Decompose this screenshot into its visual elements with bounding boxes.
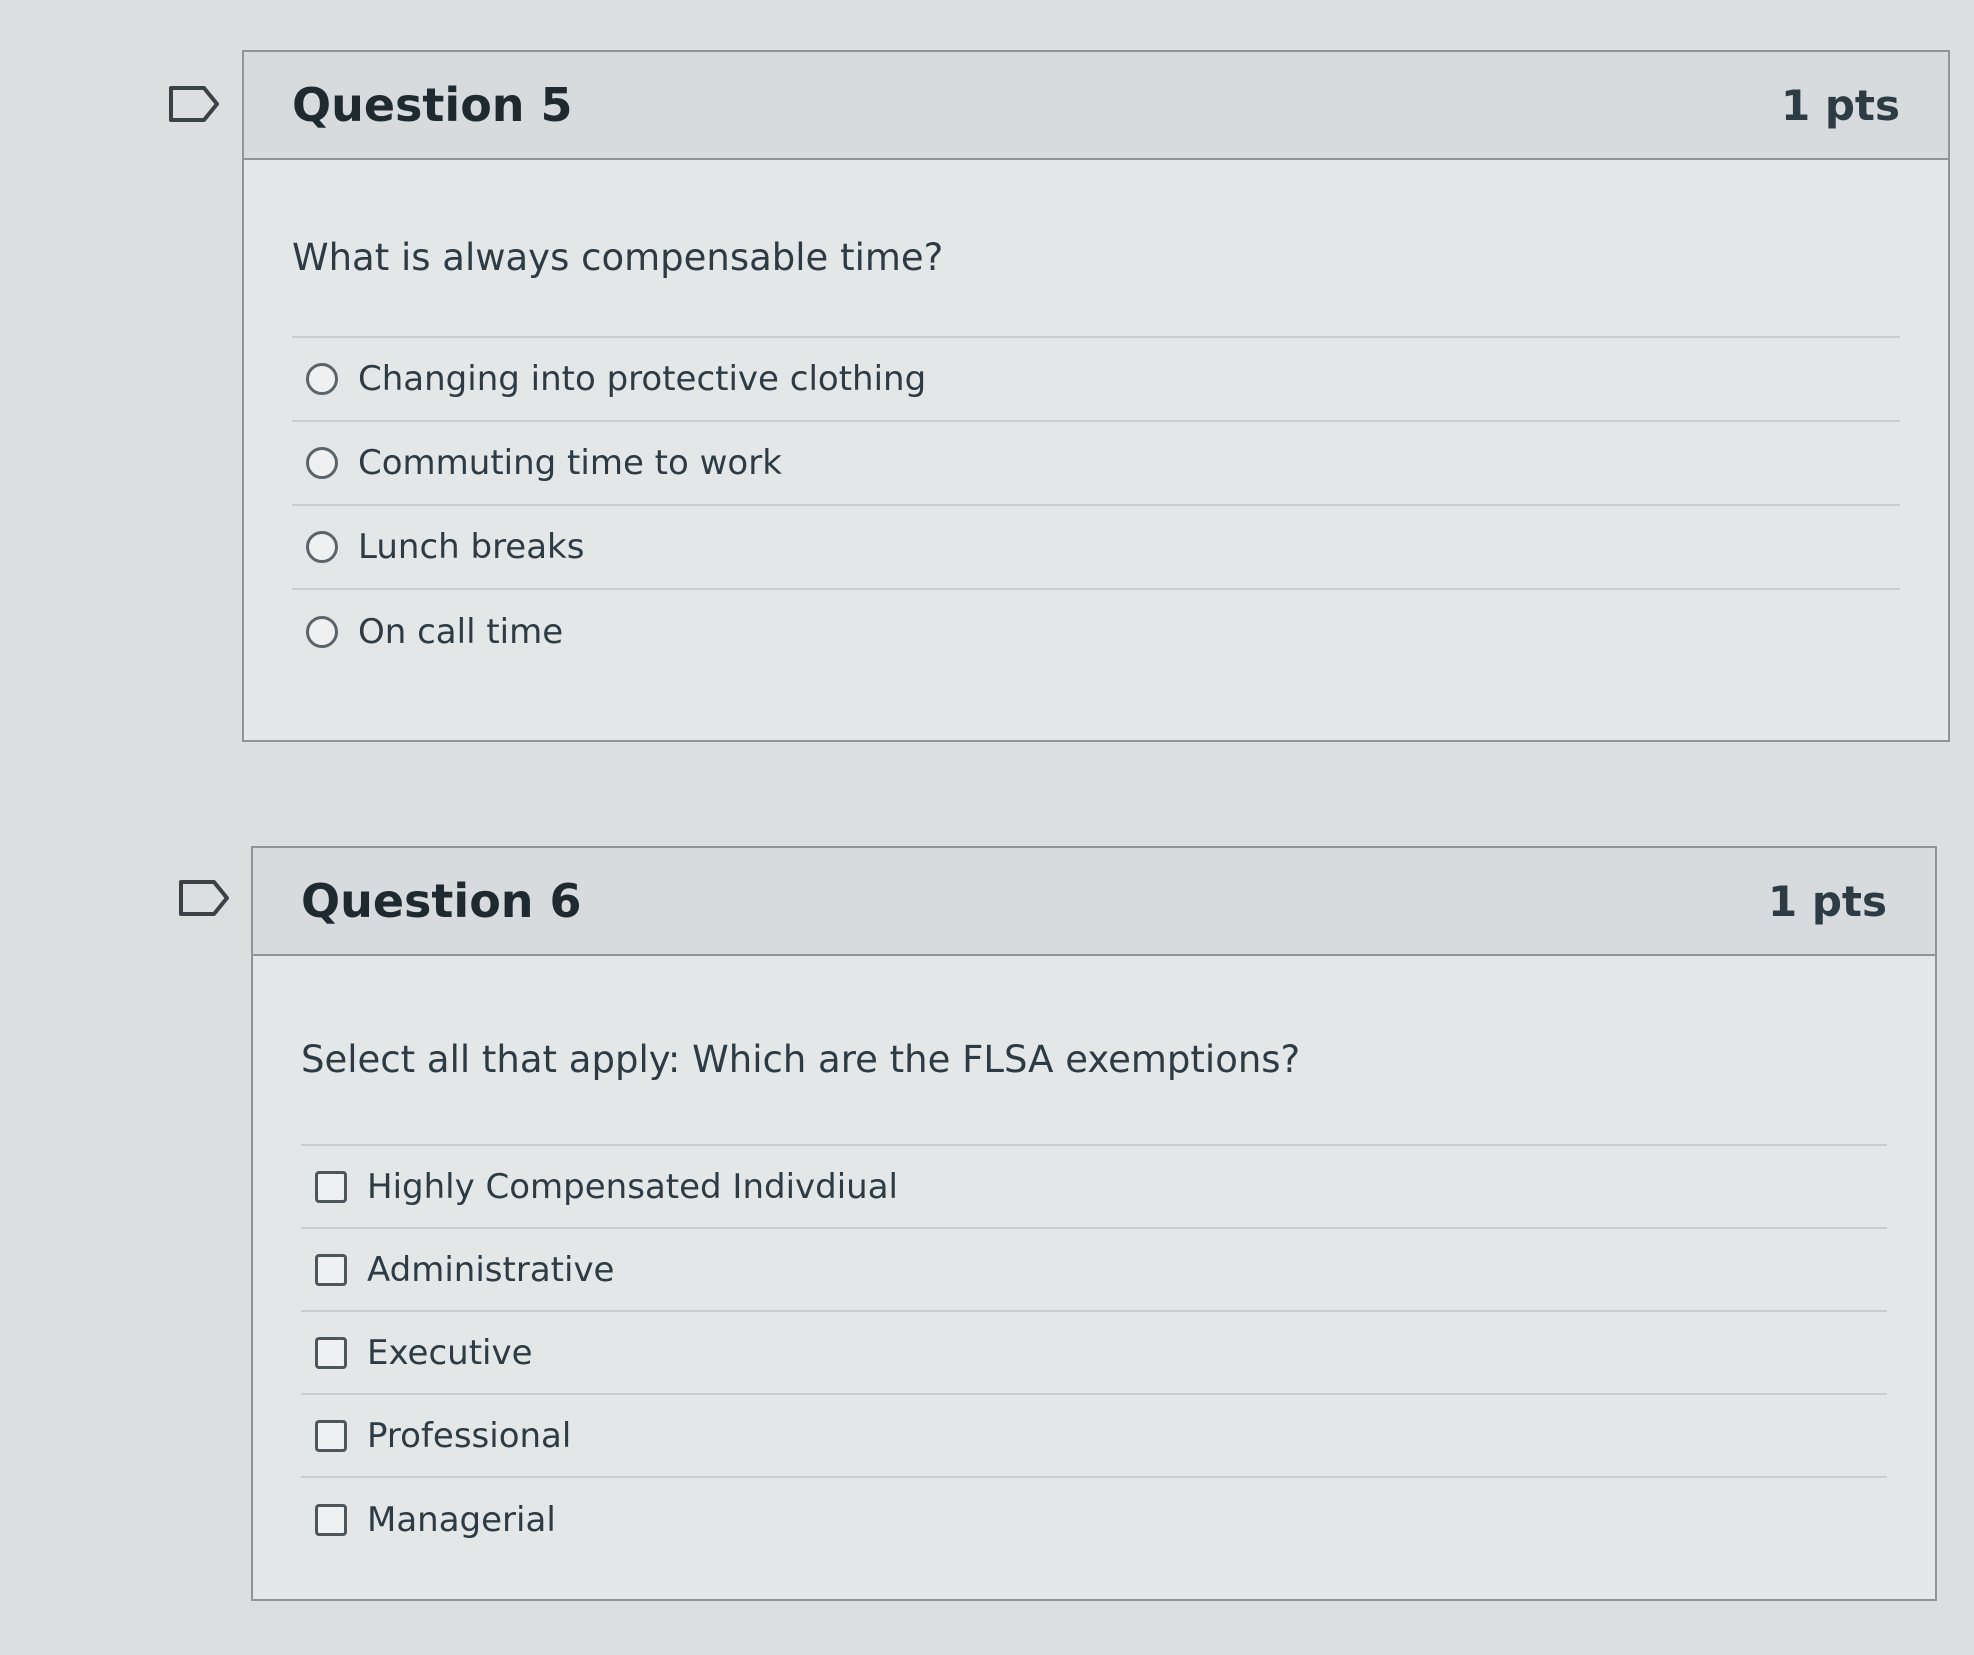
- question-text: Select all that apply: Which are the FLS…: [301, 956, 1887, 1146]
- answer-list: Changing into protective clothing Commut…: [292, 338, 1900, 674]
- answer-label: Managerial: [367, 1499, 556, 1540]
- checkbox[interactable]: [315, 1419, 347, 1452]
- answer-option[interactable]: Commuting time to work: [292, 422, 1900, 506]
- radio-button[interactable]: [306, 363, 338, 395]
- answer-list: Highly Compensated Indivdiual Administra…: [301, 1146, 1887, 1561]
- answer-label: Changing into protective clothing: [358, 359, 927, 399]
- answer-option[interactable]: Lunch breaks: [292, 506, 1900, 590]
- checkbox[interactable]: [315, 1170, 347, 1203]
- question-body: Select all that apply: Which are the FLS…: [253, 956, 1935, 1561]
- question-body: What is always compensable time? Changin…: [244, 160, 1948, 674]
- answer-option[interactable]: On call time: [292, 590, 1900, 674]
- flag-question-icon[interactable]: [178, 879, 230, 917]
- answer-option[interactable]: Managerial: [301, 1478, 1887, 1561]
- checkbox[interactable]: [315, 1503, 347, 1536]
- question-title: Question 5: [292, 78, 573, 132]
- question-header: Question 6 1 pts: [253, 848, 1935, 956]
- answer-option[interactable]: Executive: [301, 1312, 1887, 1395]
- checkbox[interactable]: [315, 1336, 347, 1369]
- answer-option[interactable]: Changing into protective clothing: [292, 338, 1900, 422]
- question-text: What is always compensable time?: [292, 160, 1900, 338]
- answer-label: Executive: [367, 1332, 533, 1373]
- question-points: 1 pts: [1768, 876, 1887, 926]
- flag-question-icon[interactable]: [168, 85, 220, 123]
- answer-label: Lunch breaks: [358, 527, 585, 567]
- radio-button[interactable]: [306, 531, 338, 563]
- answer-option[interactable]: Highly Compensated Indivdiual: [301, 1146, 1887, 1229]
- radio-button[interactable]: [306, 616, 338, 648]
- answer-label: On call time: [358, 612, 564, 652]
- question-5-card: Question 5 1 pts What is always compensa…: [242, 50, 1950, 742]
- checkbox[interactable]: [315, 1253, 347, 1286]
- question-header: Question 5 1 pts: [244, 52, 1948, 160]
- answer-label: Commuting time to work: [358, 443, 782, 483]
- question-title: Question 6: [301, 874, 582, 928]
- question-points: 1 pts: [1781, 80, 1900, 130]
- answer-label: Highly Compensated Indivdiual: [367, 1166, 899, 1207]
- answer-option[interactable]: Professional: [301, 1395, 1887, 1478]
- answer-label: Professional: [367, 1415, 572, 1456]
- answer-label: Administrative: [367, 1249, 615, 1290]
- answer-option[interactable]: Administrative: [301, 1229, 1887, 1312]
- radio-button[interactable]: [306, 447, 338, 479]
- question-6-card: Question 6 1 pts Select all that apply: …: [251, 846, 1937, 1601]
